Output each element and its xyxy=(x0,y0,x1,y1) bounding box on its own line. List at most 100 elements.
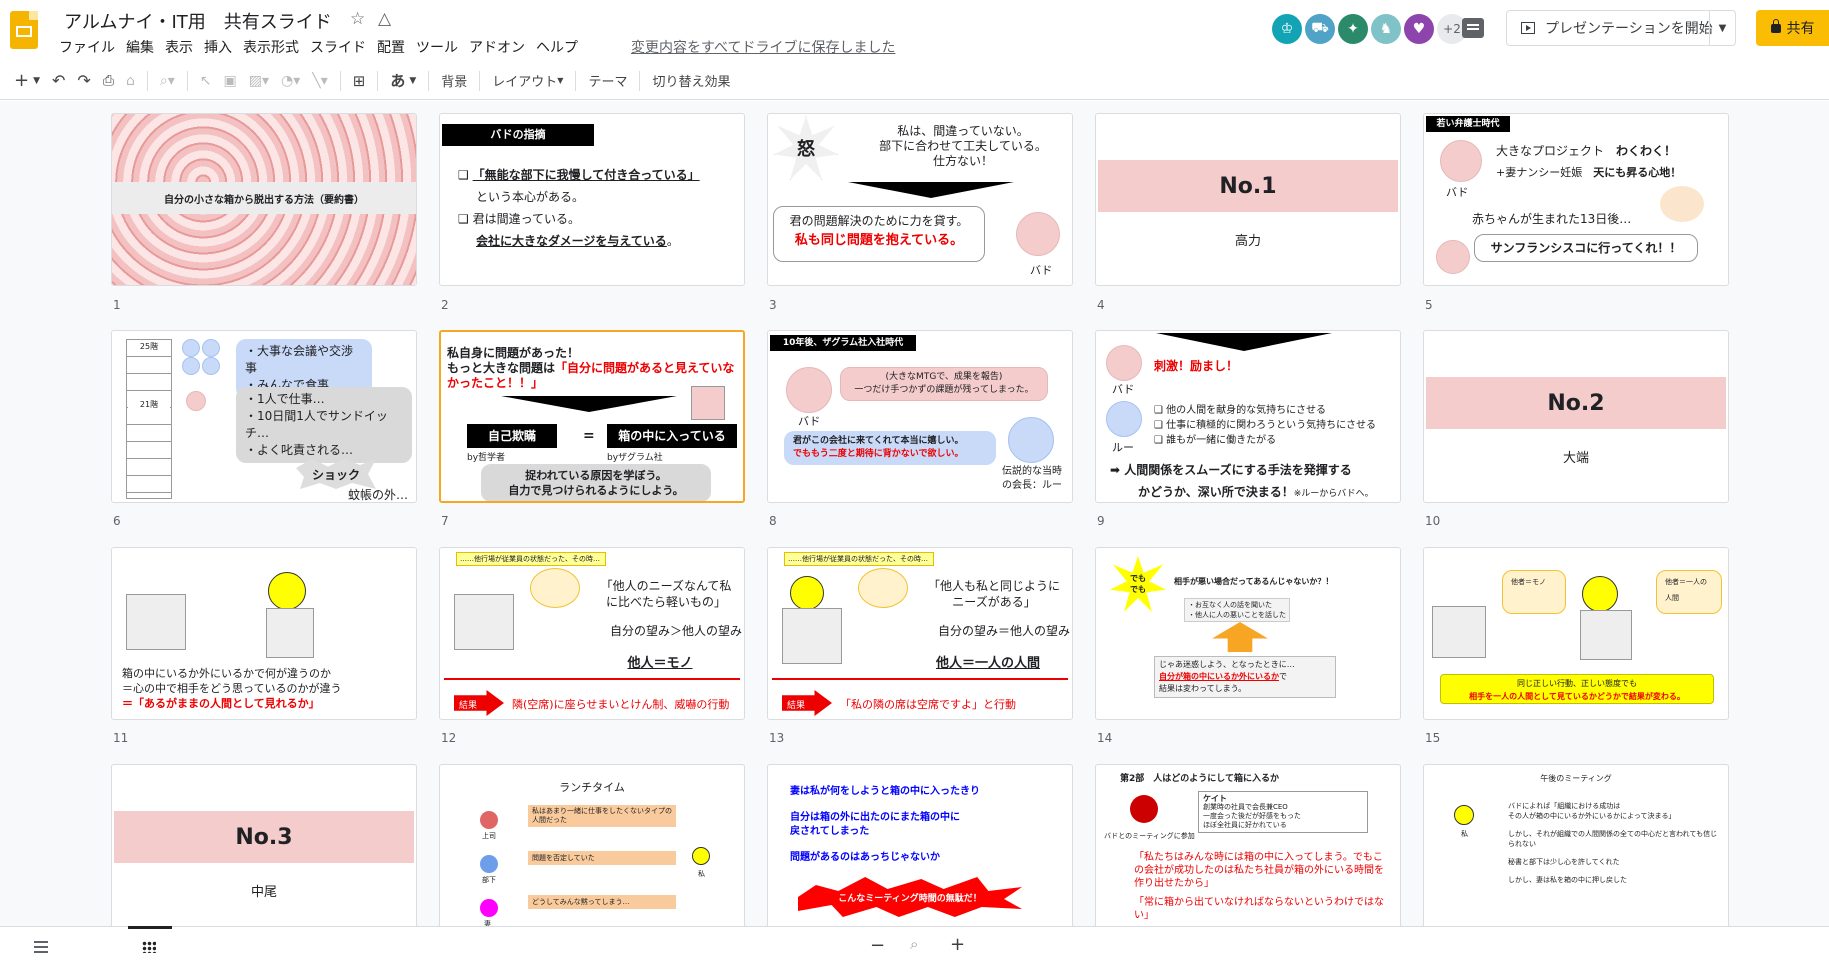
caption: byザグラム社 xyxy=(607,453,663,463)
face-icon xyxy=(186,391,206,411)
layout-dropdown-icon[interactable]: ▼ xyxy=(557,76,563,85)
redo-icon[interactable]: ↷ xyxy=(77,71,90,90)
face-icon xyxy=(1436,240,1470,274)
face-icon xyxy=(1106,401,1142,437)
angry-burst: こんなミーティング時間の無駄だ！ xyxy=(798,877,1022,917)
present-dropdown-icon[interactable]: ▼ xyxy=(1709,11,1735,45)
smiley-icon xyxy=(1582,576,1618,612)
slide-thumbnail-9[interactable]: バド 刺激！励まし！ ルー ❑ 他の人間を献身的な気持ちにさせる ❑ 仕事に積極… xyxy=(1095,330,1401,503)
zoom-icon[interactable]: ⌕▾ xyxy=(160,73,175,89)
slide-quote: 「私たちはみんな時には箱の中に入ってしまう。でもこの会社が成功したのは私たち社員… xyxy=(1134,852,1384,921)
print-icon[interactable]: ⎙ xyxy=(103,73,114,89)
speech-bubble: (大きなMTGで、成果を報告) 一つだけ手つかずの課題が残ってしまった。 xyxy=(840,367,1048,401)
zoom-in-button[interactable]: + xyxy=(950,934,965,955)
select-icon[interactable]: ↖ xyxy=(200,73,212,89)
avatar[interactable]: ♞ xyxy=(1371,14,1401,44)
slide-thumbnail-18[interactable]: 妻は私が何をしようと箱の中に入ったきり 自分は箱の外に出たのにまた箱の中に 戻さ… xyxy=(767,764,1073,926)
zoom-icon: ⌕ xyxy=(910,935,919,953)
down-arrow xyxy=(848,182,1014,198)
slides-logo-icon[interactable] xyxy=(10,11,38,49)
undo-icon[interactable]: ↶ xyxy=(52,71,65,90)
menu-edit[interactable]: 編集 xyxy=(126,37,154,57)
menu-format[interactable]: 表示形式 xyxy=(243,37,299,57)
menu-file[interactable]: ファイル xyxy=(59,37,115,57)
share-button[interactable]: 共有 xyxy=(1756,10,1829,46)
slide-big-text: 他人＝一人の人間 xyxy=(935,656,1040,671)
image-icon[interactable]: ▨▾ xyxy=(249,73,269,89)
menu-tools[interactable]: ツール xyxy=(416,37,458,57)
slide-body: 妻は私が何をしようと箱の中に入ったきり 自分は箱の外に出たのにまた箱の中に 戻さ… xyxy=(790,786,980,863)
slide-thumbnail-19[interactable]: 第2部 人はどのようにして箱に入るか バドとのミーティングに参加 ケイト 創業時… xyxy=(1095,764,1401,926)
menu-insert[interactable]: 挿入 xyxy=(204,37,232,57)
speaker-name: バド xyxy=(1112,383,1135,396)
saved-status[interactable]: 変更内容をすべてドライブに保存しました xyxy=(631,37,895,57)
slide-thumbnail-11[interactable]: 箱の中にいるか外にいるかで何が違うのか ＝心の中で相手をどう思っているのかが違う… xyxy=(111,547,417,720)
slide-thumbnail-10[interactable]: No.2 大端 xyxy=(1423,330,1729,503)
menu-view[interactable]: 表示 xyxy=(165,37,193,57)
avatar[interactable]: ⛟ xyxy=(1305,14,1335,44)
line-icon[interactable]: ╲▾ xyxy=(312,73,327,89)
layout-button[interactable]: レイアウト xyxy=(492,71,557,90)
box-icon xyxy=(782,608,842,664)
slide-thumbnail-15[interactable]: 他者＝モノ 他者＝一人の人間 同じ正しい行動、正しい態度でも 相手を一人の人間と… xyxy=(1423,547,1729,720)
new-slide-dropdown-icon[interactable]: ▼ xyxy=(33,76,40,86)
box-icon xyxy=(1432,606,1486,658)
slide-number: 8 xyxy=(769,514,777,528)
transition-button[interactable]: 切り替え効果 xyxy=(652,71,730,90)
document-title[interactable]: アルムナイ・IT用 共有スライド xyxy=(64,8,332,34)
slide-thumbnail-8[interactable]: 10年後、ザグラム社入社時代 バド (大きなMTGで、成果を報告) 一つだけ手つか… xyxy=(767,330,1073,503)
anger-burst: 怒 xyxy=(774,116,838,180)
comment-icon[interactable] xyxy=(1462,18,1484,38)
filmstrip-view-icon[interactable] xyxy=(34,941,48,953)
slide-thumbnail-16[interactable]: No.3 中尾 xyxy=(111,764,417,926)
slide-thumbnail-7[interactable]: 私自身に問題があった！ もっと大きな問題は「自分に問題があると見えていなかったこ… xyxy=(439,330,745,503)
present-button[interactable]: プレゼンテーションを開始 ▼ xyxy=(1506,10,1736,46)
grid-view-icon[interactable] xyxy=(142,941,156,953)
drive-icon[interactable]: △ xyxy=(378,9,391,29)
down-arrow xyxy=(1156,333,1332,351)
slide-thumbnail-12[interactable]: ……他行場が従業員の状態だった、その時… 「他人のニーズなんて私 に比べたら軽いも… xyxy=(439,547,745,720)
slide-quote: 「他人も私と同じように ニーズがある」 xyxy=(927,579,1060,609)
menu-addons[interactable]: アドオン xyxy=(469,37,525,57)
new-slide-icon[interactable]: + xyxy=(14,70,29,91)
textbox-icon[interactable]: ▣ xyxy=(224,73,237,89)
input-tools-dropdown-icon[interactable]: ▼ xyxy=(409,76,416,86)
menu-slide[interactable]: スライド xyxy=(310,37,366,57)
slide-number: 12 xyxy=(441,731,457,745)
note-box: じゃあ迷惑しよう、となったときに… 自分が箱の中にいるか外にいるかで 結果は変わ… xyxy=(1154,656,1336,698)
box-icon xyxy=(266,608,314,658)
theme-button[interactable]: テーマ xyxy=(588,71,627,90)
slide-thumbnail-4[interactable]: No.1 高力 xyxy=(1095,113,1401,286)
star-icon[interactable]: ☆ xyxy=(350,9,365,29)
shape-icon[interactable]: ◔▾ xyxy=(281,73,300,89)
avatar[interactable]: ✦ xyxy=(1338,14,1368,44)
avatar[interactable]: ♔ xyxy=(1272,14,1302,44)
input-tools-button[interactable]: あ xyxy=(390,70,405,91)
slide-thumbnail-1[interactable]: 自分の小さな箱から脱出する方法（要約書） xyxy=(111,113,417,286)
avatar[interactable]: ♥ xyxy=(1404,14,1434,44)
person-label: 部下 xyxy=(482,876,496,884)
zoom-out-button[interactable]: − xyxy=(870,935,885,956)
slide-thumbnail-17[interactable]: ランチタイム 上司 部下 妻 私はあまり一緒に仕事をしたくないタイプの人間だった… xyxy=(439,764,745,926)
speech-bubble: 君の問題解決のために力を貸す。 私も同じ問題を抱えている。 xyxy=(773,206,985,262)
slide-thumbnail-6[interactable]: 25階 21階 ・大事な会議や交渉事 ・みんなで食事 ・1人で仕事… ・10日間1人… xyxy=(111,330,417,503)
background-button[interactable]: 背景 xyxy=(441,71,467,90)
slide-thumbnail-14[interactable]: でも でも 相手が悪い場合だってあるんじゃないか？！ ・お互なく人の話を聞いた・… xyxy=(1095,547,1401,720)
slide-thumbnail-13[interactable]: ……他行場が従業員の状態だった、その時… 「他人も私と同じように ニーズがある」 … xyxy=(767,547,1073,720)
section-number: No.1 xyxy=(1098,160,1398,212)
slide-thumbnail-5[interactable]: 若い弁護士時代 バド 大きなプロジェクト わくわく！ +妻ナンシー妊娠 天にも昇… xyxy=(1423,113,1729,286)
slide-thumbnail-2[interactable]: バドの指摘 ❑ 「無能な部下に我慢して付き合っている」 という本心がある。 ❑ … xyxy=(439,113,745,286)
slide-thumbnail-3[interactable]: 怒 私は、間違っていない。 部下に合わせて工夫している。 仕方ない！ 君の問題解決の… xyxy=(767,113,1073,286)
menu-help[interactable]: ヘルプ xyxy=(536,37,578,57)
note-box: 問題を否定していた xyxy=(528,851,676,865)
comment-add-icon[interactable]: ⊞ xyxy=(353,72,366,90)
slide-number: 13 xyxy=(769,731,785,745)
paint-format-icon[interactable]: ⌂ xyxy=(126,73,135,89)
slide-number: 4 xyxy=(1097,298,1105,312)
menu-arrange[interactable]: 配置 xyxy=(377,37,405,57)
slide-number: 14 xyxy=(1097,731,1113,745)
exclaim-burst: でも でも xyxy=(1110,556,1166,612)
box-icon xyxy=(691,386,725,420)
note-box: ・お互なく人の話を聞いた ・他人に人の悪いことを話した xyxy=(1184,598,1290,622)
slide-thumbnail-20[interactable]: 午後のミーティング 私 バドによれば「組織における成功は その人が箱の中にいるか… xyxy=(1423,764,1729,926)
